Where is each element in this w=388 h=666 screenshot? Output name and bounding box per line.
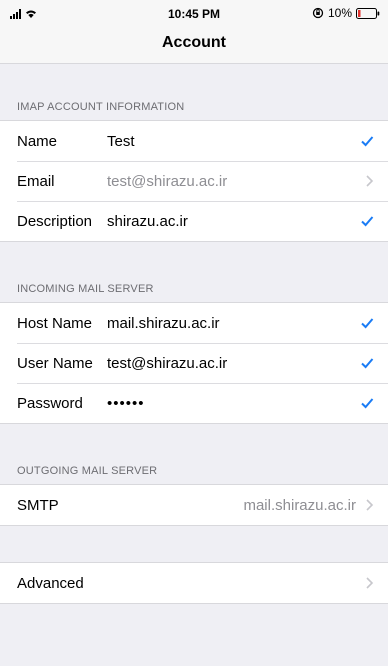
battery-percent: 10% xyxy=(327,6,352,20)
chevron-right-icon xyxy=(366,577,374,589)
battery-icon xyxy=(356,7,380,19)
row-advanced[interactable]: Advanced xyxy=(0,563,388,603)
smtp-label: SMTP xyxy=(17,496,59,514)
row-user-name[interactable]: User Name test@shirazu.ac.ir xyxy=(0,343,388,383)
section-header-incoming: INCOMING MAIL SERVER xyxy=(17,283,154,295)
checkmark-icon xyxy=(361,136,374,147)
description-value: shirazu.ac.ir xyxy=(107,212,188,230)
row-name[interactable]: Name Test xyxy=(0,121,388,161)
orientation-lock-icon xyxy=(312,7,324,19)
name-label: Name xyxy=(17,132,58,150)
description-label: Description xyxy=(17,212,93,230)
name-value: Test xyxy=(107,132,135,150)
group-incoming-server: Host Name mail.shirazu.ac.ir User Name t… xyxy=(0,302,388,424)
row-email[interactable]: Email test@shirazu.ac.ir xyxy=(0,161,388,201)
advanced-label: Advanced xyxy=(17,574,84,592)
password-label: Password xyxy=(17,394,83,412)
checkmark-icon xyxy=(361,318,374,329)
password-value: •••••• xyxy=(107,394,145,412)
chevron-right-icon xyxy=(366,175,374,187)
status-bar: 10:45 PM 10% xyxy=(0,0,388,26)
checkmark-icon xyxy=(361,216,374,227)
group-advanced: Advanced xyxy=(0,562,388,604)
checkmark-icon xyxy=(361,358,374,369)
group-imap-account: Name Test Email test@shirazu.ac.ir Descr… xyxy=(0,120,388,242)
smtp-value: mail.shirazu.ac.ir xyxy=(243,496,356,514)
row-smtp[interactable]: SMTP mail.shirazu.ac.ir xyxy=(0,485,388,525)
row-password[interactable]: Password •••••• xyxy=(0,383,388,423)
section-header-outgoing: OUTGOING MAIL SERVER xyxy=(17,465,158,477)
row-description[interactable]: Description shirazu.ac.ir xyxy=(0,201,388,241)
chevron-right-icon xyxy=(366,499,374,511)
page-title: Account xyxy=(162,34,226,51)
user-name-label: User Name xyxy=(17,354,93,372)
host-name-value: mail.shirazu.ac.ir xyxy=(107,314,220,332)
group-outgoing-server: SMTP mail.shirazu.ac.ir xyxy=(0,484,388,526)
checkmark-icon xyxy=(361,398,374,409)
battery-status: 10% xyxy=(312,6,380,20)
host-name-label: Host Name xyxy=(17,314,93,332)
row-host-name[interactable]: Host Name mail.shirazu.ac.ir xyxy=(0,303,388,343)
email-label: Email xyxy=(17,172,55,190)
user-name-value: test@shirazu.ac.ir xyxy=(107,354,228,372)
navigation-bar: Account xyxy=(0,26,388,64)
email-value: test@shirazu.ac.ir xyxy=(107,172,228,190)
section-header-imap: IMAP ACCOUNT INFORMATION xyxy=(17,101,185,113)
